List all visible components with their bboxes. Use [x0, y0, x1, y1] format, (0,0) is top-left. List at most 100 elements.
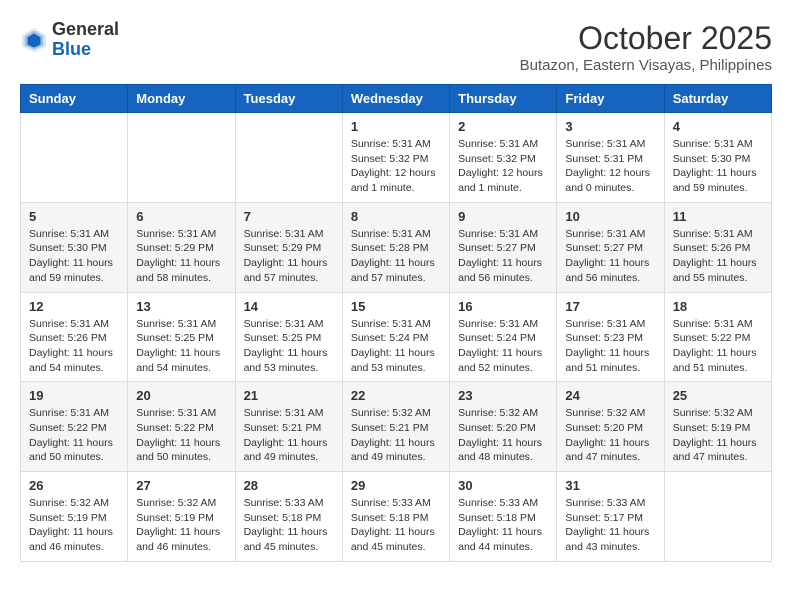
day-info: Sunrise: 5:31 AM Sunset: 5:24 PM Dayligh…: [458, 317, 548, 376]
weekday-header-saturday: Saturday: [664, 85, 771, 113]
day-number: 24: [565, 388, 655, 403]
calendar-cell: 7 Sunrise: 5:31 AM Sunset: 5:29 PM Daylig…: [235, 202, 342, 292]
day-number: 13: [136, 299, 226, 314]
day-info: Sunrise: 5:31 AM Sunset: 5:23 PM Dayligh…: [565, 317, 655, 376]
day-number: 10: [565, 209, 655, 224]
logo-blue-text: Blue: [52, 39, 91, 59]
day-number: 16: [458, 299, 548, 314]
calendar-cell: 24Sunrise: 5:32 AM Sunset: 5:20 PM Dayli…: [557, 382, 664, 472]
day-number: 25: [673, 388, 763, 403]
day-number: 2: [458, 119, 548, 134]
day-info: Sunrise: 5:31 AM Sunset: 5:29 PM Dayligh…: [244, 227, 334, 286]
calendar-table: SundayMondayTuesdayWednesdayThursdayFrid…: [20, 84, 772, 562]
weekday-header-wednesday: Wednesday: [342, 85, 449, 113]
weekday-header-thursday: Thursday: [450, 85, 557, 113]
calendar-week-row: 26 Sunrise: 5:32 AM Sunset: 5:19 PM Dayli…: [21, 472, 772, 562]
logo: General Blue: [20, 20, 119, 60]
day-info: Sunrise: 5:31 AM Sunset: 5:27 PM Dayligh…: [565, 227, 655, 286]
day-info: Sunrise: 5:31 AM Sunset: 5:29 PM Dayligh…: [136, 227, 226, 286]
day-info: Sunrise: 5:33 AM Sunset: 5:18 PM Dayligh…: [458, 496, 548, 555]
day-number: 8: [351, 209, 441, 224]
day-info: Sunrise: 5:31 AM Sunset: 5:25 PM Dayligh…: [136, 317, 226, 376]
calendar-week-row: 5 Sunrise: 5:31 AM Sunset: 5:30 PM Daylig…: [21, 202, 772, 292]
page-header: General Blue October 2025 Butazon, Easte…: [20, 20, 772, 74]
calendar-cell: 16 Sunrise: 5:31 AM Sunset: 5:24 PM Dayli…: [450, 292, 557, 382]
day-number: 26: [29, 478, 119, 493]
day-info: Sunrise: 5:31 AM Sunset: 5:22 PM Dayligh…: [673, 317, 763, 376]
day-number: 18: [673, 299, 763, 314]
calendar-week-row: 19 Sunrise: 5:31 AM Sunset: 5:22 PM Dayli…: [21, 382, 772, 472]
calendar-cell: 14Sunrise: 5:31 AM Sunset: 5:25 PM Dayli…: [235, 292, 342, 382]
day-number: 29: [351, 478, 441, 493]
calendar-cell: 8Sunrise: 5:31 AM Sunset: 5:28 PM Daylig…: [342, 202, 449, 292]
day-info: Sunrise: 5:32 AM Sunset: 5:19 PM Dayligh…: [29, 496, 119, 555]
calendar-cell: 1 Sunrise: 5:31 AM Sunset: 5:32 PM Daylig…: [342, 113, 449, 203]
weekday-header-friday: Friday: [557, 85, 664, 113]
day-number: 21: [244, 388, 334, 403]
calendar-cell: 3Sunrise: 5:31 AM Sunset: 5:31 PM Daylig…: [557, 113, 664, 203]
day-info: Sunrise: 5:31 AM Sunset: 5:21 PM Dayligh…: [244, 406, 334, 465]
calendar-cell: [235, 113, 342, 203]
calendar-cell: [21, 113, 128, 203]
calendar-cell: 10 Sunrise: 5:31 AM Sunset: 5:27 PM Dayli…: [557, 202, 664, 292]
calendar-cell: 20 Sunrise: 5:31 AM Sunset: 5:22 PM Dayli…: [128, 382, 235, 472]
day-info: Sunrise: 5:32 AM Sunset: 5:19 PM Dayligh…: [673, 406, 763, 465]
weekday-header-tuesday: Tuesday: [235, 85, 342, 113]
weekday-header-monday: Monday: [128, 85, 235, 113]
day-number: 1: [351, 119, 441, 134]
location-title: Butazon, Eastern Visayas, Philippines: [520, 57, 772, 74]
calendar-cell: 15 Sunrise: 5:31 AM Sunset: 5:24 PM Dayli…: [342, 292, 449, 382]
day-number: 20: [136, 388, 226, 403]
weekday-header-sunday: Sunday: [21, 85, 128, 113]
day-info: Sunrise: 5:32 AM Sunset: 5:21 PM Dayligh…: [351, 406, 441, 465]
day-number: 23: [458, 388, 548, 403]
calendar-cell: 29 Sunrise: 5:33 AM Sunset: 5:18 PM Dayli…: [342, 472, 449, 562]
day-info: Sunrise: 5:33 AM Sunset: 5:18 PM Dayligh…: [351, 496, 441, 555]
day-number: 17: [565, 299, 655, 314]
calendar-cell: 6 Sunrise: 5:31 AM Sunset: 5:29 PM Daylig…: [128, 202, 235, 292]
day-info: Sunrise: 5:31 AM Sunset: 5:24 PM Dayligh…: [351, 317, 441, 376]
day-number: 28: [244, 478, 334, 493]
day-info: Sunrise: 5:31 AM Sunset: 5:30 PM Dayligh…: [29, 227, 119, 286]
calendar-cell: 31 Sunrise: 5:33 AM Sunset: 5:17 PM Dayli…: [557, 472, 664, 562]
day-number: 12: [29, 299, 119, 314]
calendar-cell: 18 Sunrise: 5:31 AM Sunset: 5:22 PM Dayli…: [664, 292, 771, 382]
calendar-cell: 23Sunrise: 5:32 AM Sunset: 5:20 PM Dayli…: [450, 382, 557, 472]
day-info: Sunrise: 5:32 AM Sunset: 5:19 PM Dayligh…: [136, 496, 226, 555]
logo-icon: [20, 26, 48, 54]
calendar-cell: [128, 113, 235, 203]
day-info: Sunrise: 5:31 AM Sunset: 5:32 PM Dayligh…: [351, 137, 441, 196]
day-number: 9: [458, 209, 548, 224]
day-number: 15: [351, 299, 441, 314]
day-number: 7: [244, 209, 334, 224]
calendar-cell: [664, 472, 771, 562]
day-info: Sunrise: 5:31 AM Sunset: 5:32 PM Dayligh…: [458, 137, 548, 196]
day-number: 22: [351, 388, 441, 403]
day-number: 31: [565, 478, 655, 493]
day-info: Sunrise: 5:31 AM Sunset: 5:22 PM Dayligh…: [136, 406, 226, 465]
day-number: 6: [136, 209, 226, 224]
calendar-cell: 26 Sunrise: 5:32 AM Sunset: 5:19 PM Dayli…: [21, 472, 128, 562]
day-number: 19: [29, 388, 119, 403]
calendar-cell: 5 Sunrise: 5:31 AM Sunset: 5:30 PM Daylig…: [21, 202, 128, 292]
day-number: 5: [29, 209, 119, 224]
day-number: 30: [458, 478, 548, 493]
day-info: Sunrise: 5:31 AM Sunset: 5:31 PM Dayligh…: [565, 137, 655, 196]
day-info: Sunrise: 5:33 AM Sunset: 5:17 PM Dayligh…: [565, 496, 655, 555]
calendar-cell: 22 Sunrise: 5:32 AM Sunset: 5:21 PM Dayli…: [342, 382, 449, 472]
calendar-cell: 28 Sunrise: 5:33 AM Sunset: 5:18 PM Dayli…: [235, 472, 342, 562]
calendar-cell: 30 Sunrise: 5:33 AM Sunset: 5:18 PM Dayli…: [450, 472, 557, 562]
day-info: Sunrise: 5:31 AM Sunset: 5:26 PM Dayligh…: [673, 227, 763, 286]
calendar-cell: 2 Sunrise: 5:31 AM Sunset: 5:32 PM Daylig…: [450, 113, 557, 203]
day-info: Sunrise: 5:31 AM Sunset: 5:27 PM Dayligh…: [458, 227, 548, 286]
calendar-cell: 13 Sunrise: 5:31 AM Sunset: 5:25 PM Dayli…: [128, 292, 235, 382]
calendar-week-row: 12 Sunrise: 5:31 AM Sunset: 5:26 PM Dayli…: [21, 292, 772, 382]
day-info: Sunrise: 5:31 AM Sunset: 5:26 PM Dayligh…: [29, 317, 119, 376]
day-number: 4: [673, 119, 763, 134]
day-info: Sunrise: 5:31 AM Sunset: 5:25 PM Dayligh…: [244, 317, 334, 376]
calendar-cell: 4Sunrise: 5:31 AM Sunset: 5:30 PM Daylig…: [664, 113, 771, 203]
calendar-cell: 25 Sunrise: 5:32 AM Sunset: 5:19 PM Dayli…: [664, 382, 771, 472]
day-info: Sunrise: 5:33 AM Sunset: 5:18 PM Dayligh…: [244, 496, 334, 555]
calendar-cell: 11Sunrise: 5:31 AM Sunset: 5:26 PM Dayli…: [664, 202, 771, 292]
day-number: 27: [136, 478, 226, 493]
